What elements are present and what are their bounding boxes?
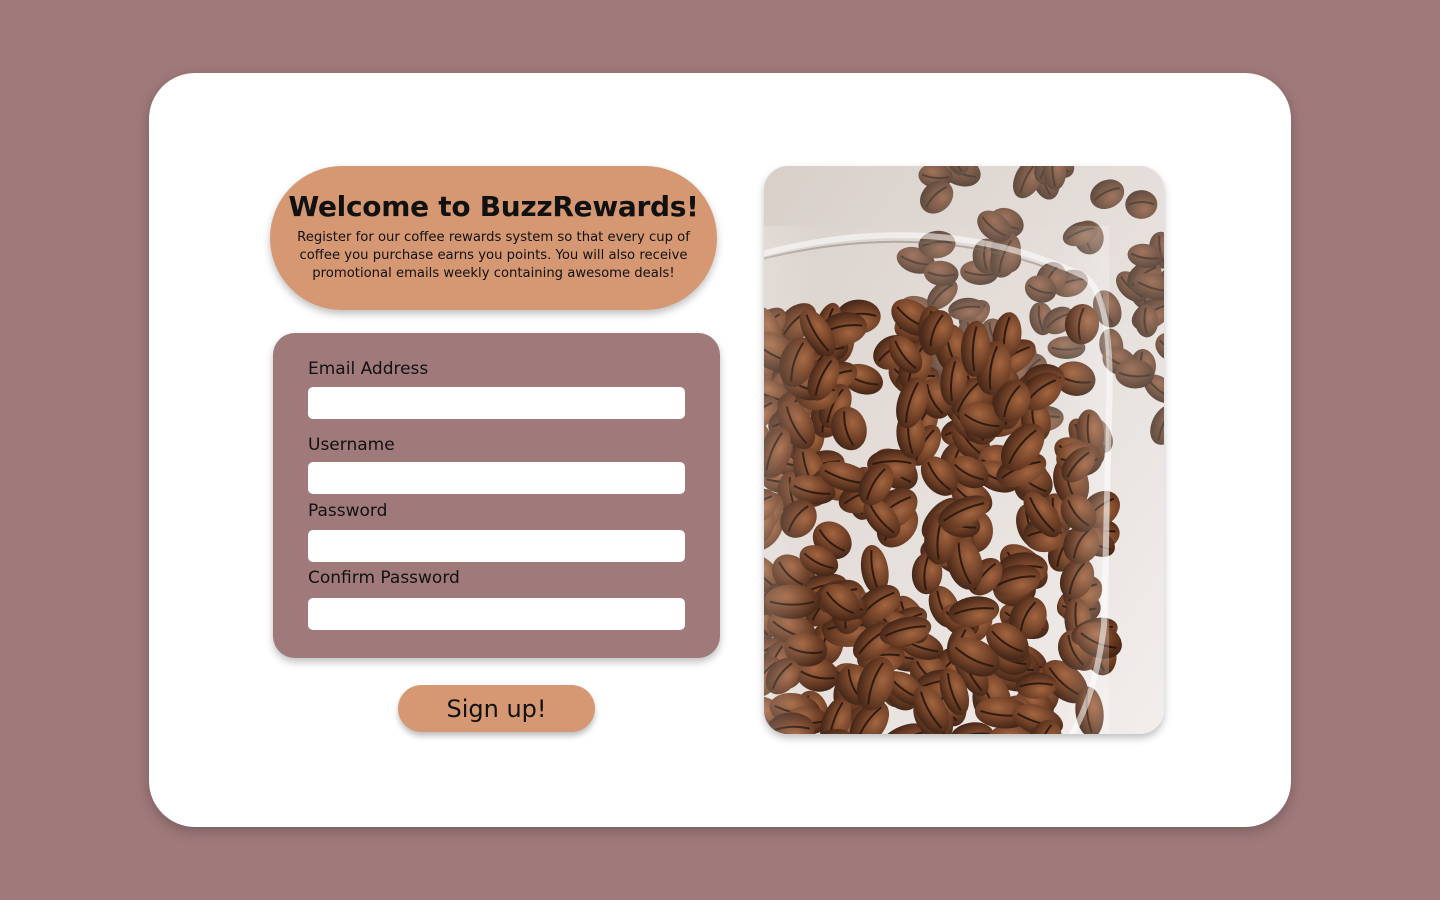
confirm-password-label: Confirm Password [308, 568, 460, 588]
welcome-description: Register for our coffee rewards system s… [297, 230, 690, 281]
welcome-banner: Welcome to BuzzRewards! Register for our… [270, 166, 717, 310]
sign-up-button[interactable]: Sign up! [398, 685, 595, 732]
username-label: Username [308, 435, 395, 455]
confirm-password-field[interactable] [308, 598, 685, 630]
page-title: Welcome to BuzzRewards! [288, 190, 699, 223]
password-label: Password [308, 501, 388, 521]
username-field[interactable] [308, 462, 685, 494]
coffee-beans-image [764, 166, 1164, 734]
password-field[interactable] [308, 530, 685, 562]
email-field[interactable] [308, 387, 685, 419]
registration-form: Email Address Username Password Confirm … [273, 333, 720, 658]
email-label: Email Address [308, 359, 429, 379]
